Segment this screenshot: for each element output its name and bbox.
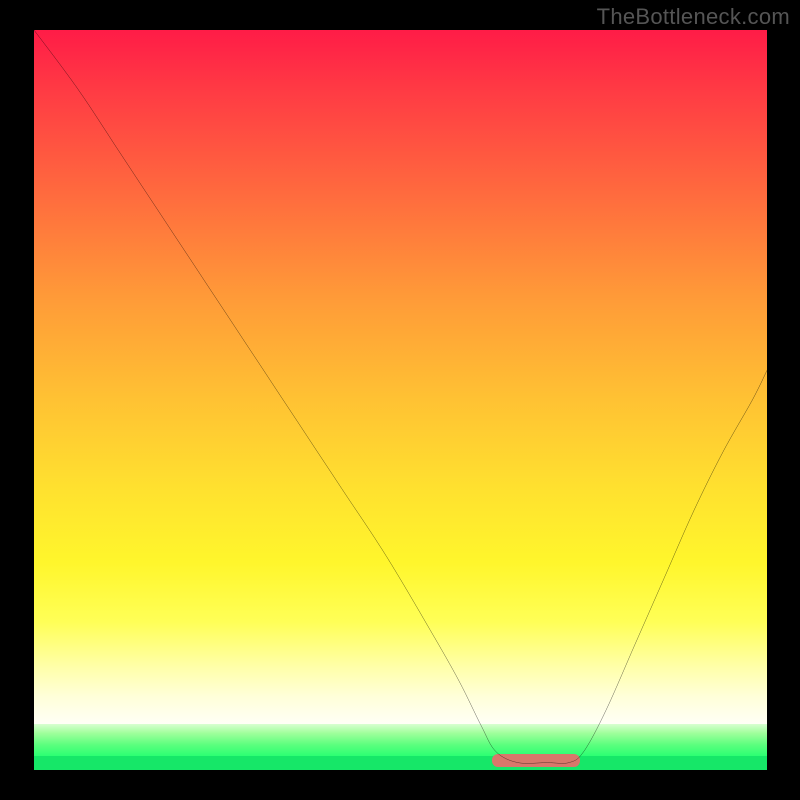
chart-frame: TheBottleneck.com [0,0,800,800]
watermark-text: TheBottleneck.com [597,4,790,30]
plot-area [34,30,767,770]
curve-svg [34,30,767,770]
curve-path [34,30,767,763]
